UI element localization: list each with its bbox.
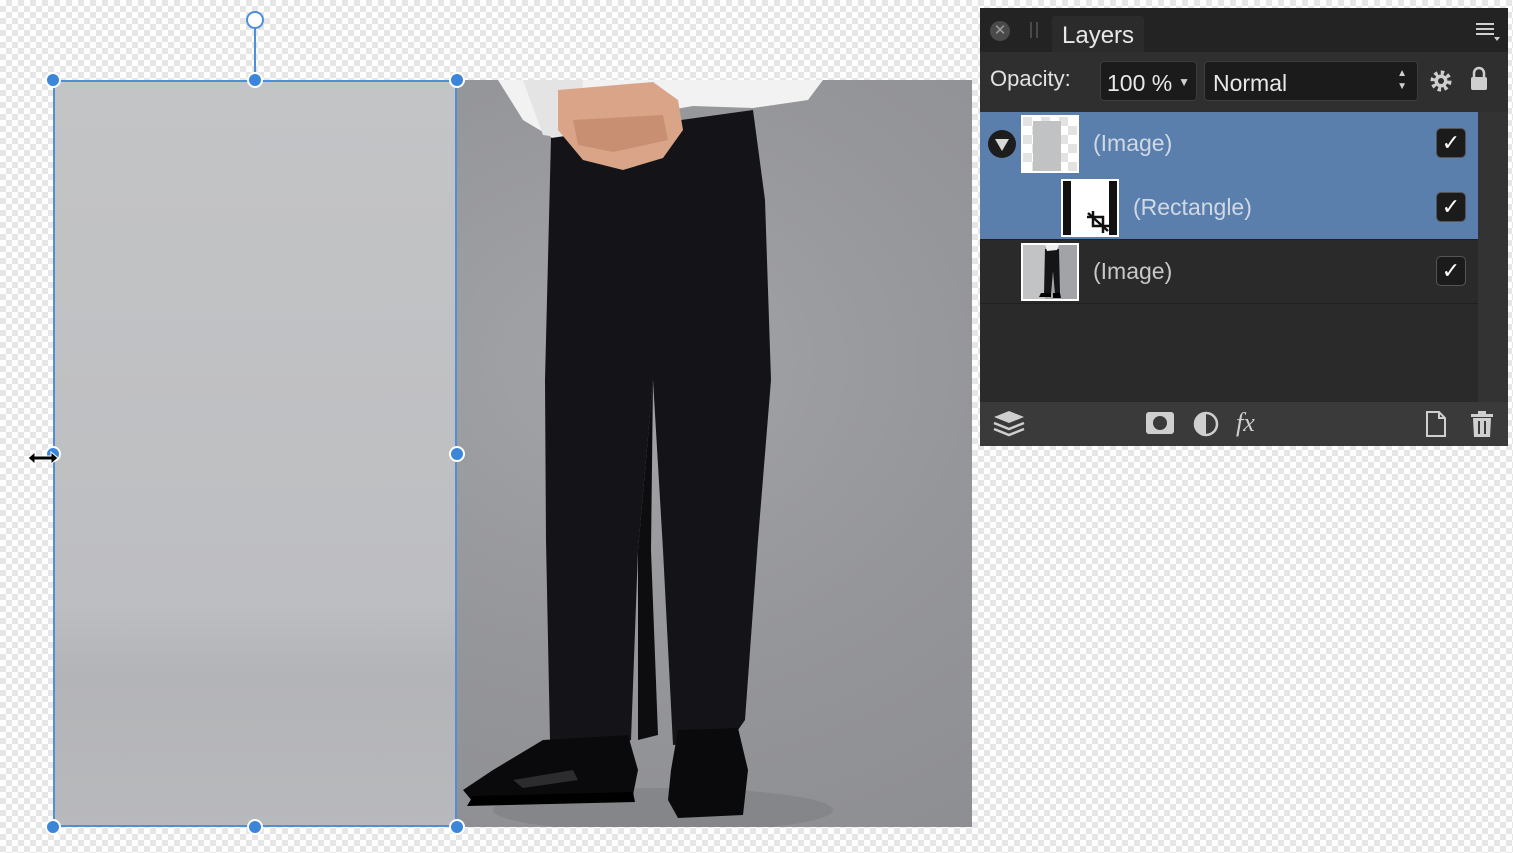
handle-top-left[interactable] [45,72,61,88]
handle-bottom-center[interactable] [247,819,263,835]
opacity-label: Opacity: [990,66,1071,91]
row-divider [980,303,1478,304]
layer-thumbnail [1021,243,1079,301]
resize-horizontal-cursor-icon [26,450,60,471]
layer-row-image-group[interactable]: (Image) ✓ [980,112,1478,176]
crop-rectangle[interactable] [53,80,457,827]
adjustment-icon[interactable] [1192,410,1220,443]
layer-name: (Image) [1093,258,1173,284]
tab-layers[interactable]: Layers [1052,16,1145,52]
blend-mode-select[interactable]: Normal ▲ ▼ [1204,61,1418,101]
layer-row-image[interactable]: (Image) ✓ [980,240,1478,304]
panel-menu-icon[interactable] [1474,20,1502,47]
rotation-handle[interactable] [246,11,264,29]
handle-top-center[interactable] [247,72,263,88]
panel-footer: fx [980,402,1508,446]
layer-name: (Image) [1093,130,1173,156]
grip-icon[interactable] [1030,22,1038,38]
handle-bottom-right[interactable] [449,819,465,835]
visibility-checkbox[interactable]: ✓ [1436,256,1466,286]
expand-triangle-icon[interactable] [988,130,1016,158]
opacity-row: Opacity: 100 % ▼ Normal ▲ ▼ [980,52,1508,112]
trash-icon[interactable] [1470,410,1494,443]
handle-middle-right[interactable] [449,446,465,462]
fx-icon[interactable]: fx [1236,408,1255,438]
opacity-field[interactable]: 100 % ▼ [1100,61,1197,101]
opacity-value: 100 % [1107,70,1173,96]
handle-top-right[interactable] [449,72,465,88]
panel-header: ✕ Layers [980,8,1508,52]
layer-list: (Image) ✓ (Rectangle) ✓ (Image) ✓ [980,112,1478,406]
gear-icon[interactable] [1428,68,1454,99]
layer-row-rectangle[interactable]: (Rectangle) ✓ [980,176,1478,240]
layer-thumbnail [1061,179,1119,237]
scrollbar[interactable] [1478,112,1508,406]
chevron-down-icon[interactable]: ▼ [1178,75,1190,89]
new-layer-icon[interactable] [1424,410,1448,443]
mask-icon[interactable] [1145,410,1175,441]
layers-panel: ✕ Layers Opacity: 100 % ▼ Normal ▲ ▼ (Im… [980,8,1508,446]
layers-stack-icon[interactable] [992,410,1026,443]
stepper-icon: ▲ ▼ [1397,68,1407,92]
visibility-checkbox[interactable]: ✓ [1436,192,1466,222]
layer-thumbnail [1021,115,1079,173]
blend-mode-value: Normal [1213,70,1288,96]
visibility-checkbox[interactable]: ✓ [1436,128,1466,158]
lock-icon[interactable] [1469,66,1489,97]
handle-bottom-left[interactable] [45,819,61,835]
close-icon[interactable]: ✕ [990,21,1010,41]
layer-name: (Rectangle) [1133,194,1252,220]
